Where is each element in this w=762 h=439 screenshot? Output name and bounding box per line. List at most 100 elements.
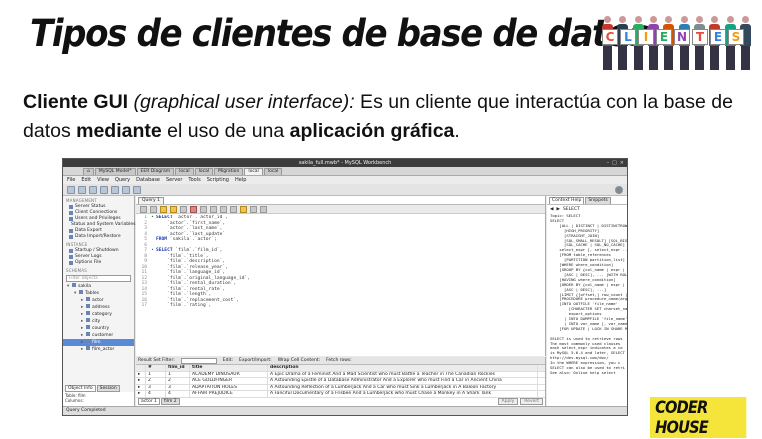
wrap-cell-label[interactable]: Wrap Cell Content: — [278, 357, 320, 365]
menu-item-help[interactable]: Help — [235, 176, 246, 184]
autocommit-icon[interactable] — [230, 205, 237, 213]
navigator-item-icon — [69, 255, 73, 259]
navigator-bottom-tab[interactable]: Session — [96, 385, 120, 392]
invisible-chars-icon[interactable] — [260, 205, 267, 213]
find-icon[interactable] — [250, 205, 257, 213]
table-cell[interactable]: A Epic Drama of a Feminist And a Mad Sci… — [268, 371, 538, 377]
table-cell[interactable]: ACADEMY DINOSAUR — [190, 371, 268, 377]
menu-item-server[interactable]: Server — [166, 176, 182, 184]
table-cell[interactable]: A Astounding Reflection of a Lumberjack … — [268, 384, 538, 390]
navigator-item-label: Data Import/Restore — [75, 234, 121, 239]
document-tab[interactable]: MySQL Model* — [94, 168, 136, 175]
document-tab[interactable]: local — [263, 168, 283, 175]
table-cell[interactable]: A Astounding Epistle of a Database Admin… — [268, 378, 538, 384]
rollback-icon[interactable] — [220, 205, 227, 213]
forward-icon[interactable]: ▶ — [556, 207, 559, 212]
apply-button[interactable]: Apply — [497, 398, 519, 405]
sql-editor: Query 1 1 • SELECT `actor`.`actor_id`, 2 `a… — [136, 196, 546, 356]
commit-icon[interactable] — [210, 205, 217, 213]
schema-tree-item[interactable]: ▸ country — [63, 325, 134, 332]
table-row[interactable]: ▸ 4 4 AFFAIR PREJUDICE A Fanciful Documentar… — [136, 391, 545, 398]
query-tab[interactable]: Query 1 — [138, 197, 164, 204]
code-editor[interactable]: 1 • SELECT `actor`.`actor_id`, 2 `actor`.`f… — [136, 215, 545, 356]
beautify-icon[interactable] — [240, 205, 247, 213]
menu-item-scripting[interactable]: Scripting — [207, 176, 229, 184]
revert-button[interactable]: Revert — [520, 398, 543, 405]
row-selector[interactable]: ▸ — [136, 378, 146, 384]
home-icon[interactable]: ⌂ — [83, 168, 94, 175]
navigator-bottom-tab[interactable]: Object Info — [65, 385, 96, 392]
explain-icon[interactable] — [180, 205, 187, 213]
menu-item-tools[interactable]: Tools — [188, 176, 200, 184]
document-tab[interactable]: local — [175, 168, 194, 175]
back-icon[interactable]: ◀ — [550, 207, 553, 212]
schema-tree-item[interactable]: ▸ film — [63, 339, 134, 346]
menu-item-view[interactable]: View — [97, 176, 109, 184]
table-cell[interactable]: 1 — [146, 371, 166, 377]
column-header[interactable]: description — [268, 365, 538, 371]
table-cell[interactable]: 4 — [146, 391, 166, 397]
toggle-error-icon[interactable] — [200, 205, 207, 213]
schema-filter-input[interactable]: Filter objects — [66, 275, 131, 282]
column-header[interactable]: film_id — [166, 365, 190, 371]
schema-tree-item[interactable]: ▾ Tables — [63, 290, 134, 297]
menu-item-edit[interactable]: Edit — [81, 176, 91, 184]
schema-inspector-icon[interactable] — [89, 185, 97, 194]
schema-tree-item[interactable]: ▸ address — [63, 304, 134, 311]
document-tab[interactable]: Migration — [214, 168, 244, 175]
document-tab[interactable]: local — [194, 168, 214, 175]
execute-icon[interactable] — [160, 205, 167, 213]
export-import-label[interactable]: Export/Import: — [239, 357, 272, 365]
schema-tree-label: film_actor — [92, 347, 115, 352]
execute-current-icon[interactable] — [170, 205, 177, 213]
table-cell[interactable]: 4 — [166, 391, 190, 397]
results-toolbar: Result Set Filter: Edit: Export/Import: … — [136, 357, 545, 365]
schema-tree-item[interactable]: ▾ sakila — [63, 283, 134, 290]
table-cell[interactable]: ADAPTATION HOLES — [190, 384, 268, 390]
create-procedure-icon[interactable] — [133, 185, 141, 194]
open-sql-file-icon[interactable] — [78, 185, 86, 194]
menu-item-file[interactable]: File — [67, 176, 75, 184]
table-cell[interactable]: 3 — [166, 384, 190, 390]
schema-tree-item[interactable]: ▸ actor — [63, 297, 134, 304]
create-view-icon[interactable] — [122, 185, 130, 194]
row-selector[interactable]: ▸ — [136, 371, 146, 377]
create-schema-icon[interactable] — [100, 185, 108, 194]
menu-item-database[interactable]: Database — [136, 176, 160, 184]
fetch-rows-label[interactable]: Fetch rows: — [326, 357, 352, 365]
table-cell[interactable]: ACE GOLDFINGER — [190, 378, 268, 384]
open-file-icon[interactable] — [140, 205, 147, 213]
table-cell[interactable]: 2 — [166, 378, 190, 384]
table-cell[interactable]: 2 — [146, 378, 166, 384]
table-cell[interactable]: A Fanciful Documentary of a Frisbee And … — [268, 391, 538, 397]
stop-icon[interactable] — [190, 205, 197, 213]
table-cell[interactable]: AFFAIR PREJUDICE — [190, 391, 268, 397]
help-tab[interactable]: Context Help — [549, 197, 585, 204]
column-header[interactable]: # — [146, 365, 166, 371]
document-tab[interactable]: EER Diagram — [136, 168, 175, 175]
help-tab[interactable]: Snippets — [585, 197, 611, 204]
schema-tree-item[interactable]: ▸ city — [63, 318, 134, 325]
document-tab[interactable]: local — [244, 168, 263, 175]
row-selector[interactable]: ▸ — [136, 384, 146, 390]
save-icon[interactable] — [150, 205, 157, 213]
schema-tree-item[interactable]: ▸ film_actor — [63, 346, 134, 353]
menu-item-query[interactable]: Query — [115, 176, 130, 184]
table-cell[interactable]: 3 — [146, 384, 166, 390]
gear-icon[interactable] — [615, 185, 623, 194]
close-icon[interactable]: × — [620, 160, 624, 166]
main-toolbar — [63, 184, 627, 196]
row-selector[interactable]: ▸ — [136, 391, 146, 397]
create-table-icon[interactable] — [111, 185, 119, 194]
table-cell[interactable]: 1 — [166, 371, 190, 377]
maximize-icon[interactable]: □ — [612, 160, 617, 166]
navigator-item-icon — [69, 205, 73, 209]
column-header[interactable]: title — [190, 365, 268, 371]
minimize-icon[interactable]: – — [607, 160, 610, 166]
schema-tree-item[interactable]: ▸ customer — [63, 332, 134, 339]
result-tab[interactable]: actor 1 — [138, 398, 160, 405]
result-filter-input[interactable] — [180, 357, 217, 364]
new-sql-tab-icon[interactable] — [67, 185, 75, 194]
schema-tree-item[interactable]: ▸ category — [63, 311, 134, 318]
result-tab[interactable]: film 2 — [160, 398, 180, 405]
